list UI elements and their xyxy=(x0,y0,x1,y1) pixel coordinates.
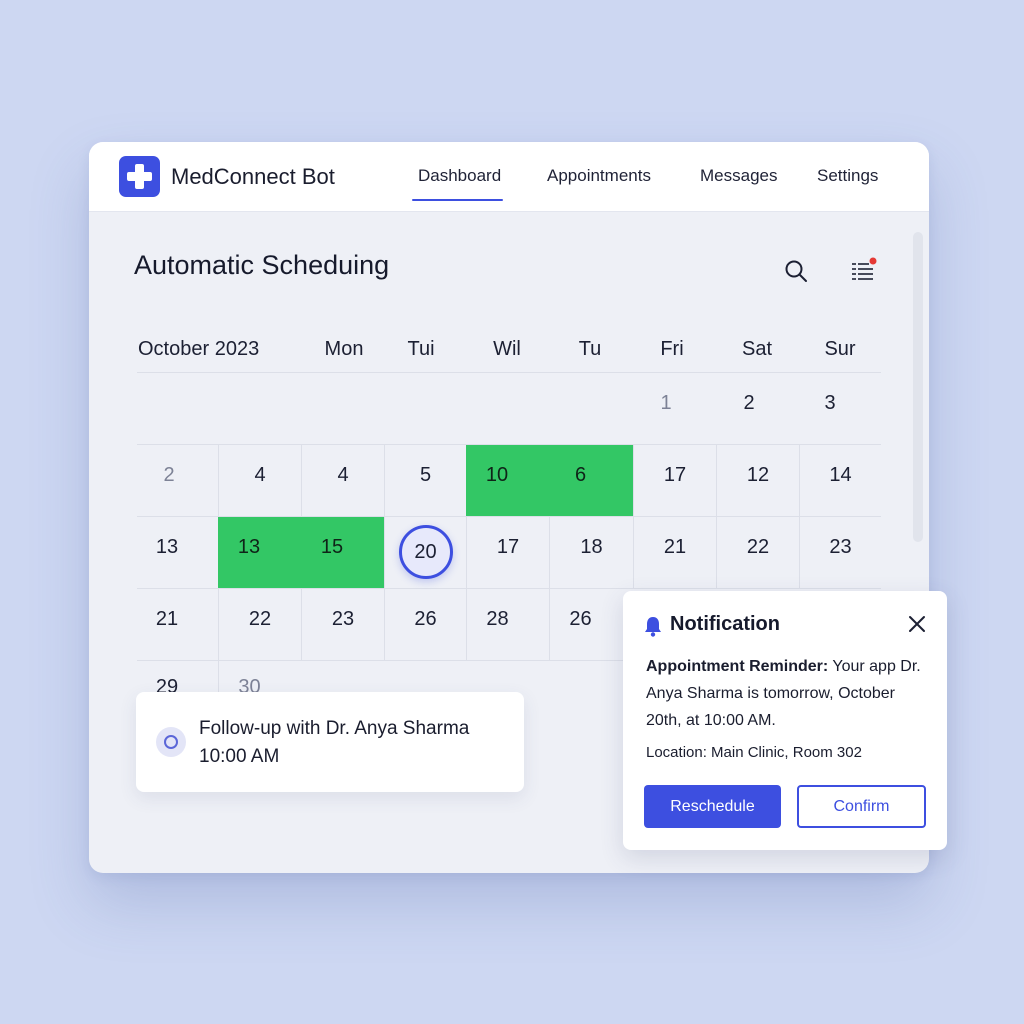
notification-panel: Notification Appointment Reminder: Your … xyxy=(623,591,947,850)
calendar-day[interactable]: 17 xyxy=(466,517,549,588)
calendar-day[interactable]: 2 xyxy=(137,445,201,516)
calendar-day[interactable]: 17 xyxy=(633,445,716,516)
nav-messages[interactable]: Messages xyxy=(700,166,777,186)
followup-time: 10:00 AM xyxy=(199,746,280,767)
notification-location: Location: Main Clinic, Room 302 xyxy=(646,744,862,761)
calendar-day[interactable]: 13 xyxy=(137,517,197,588)
close-icon[interactable] xyxy=(907,614,927,634)
weekday-header: Wil xyxy=(493,338,521,360)
reminder-label: Appointment Reminder: xyxy=(646,658,829,675)
bell-icon xyxy=(645,617,661,637)
calendar-day[interactable]: 22 xyxy=(218,589,301,660)
calendar-row: 2 4 4 5 10 6 17 12 14 xyxy=(137,445,881,517)
calendar-day[interactable]: 22 xyxy=(716,517,799,588)
calendar-row: 13 13 15 20 17 18 21 22 23 xyxy=(137,517,881,589)
calendar-day[interactable]: 26 xyxy=(384,589,466,660)
page-title: Automatic Scheduing xyxy=(134,250,390,280)
booked-day[interactable]: 10 xyxy=(466,445,528,516)
booked-day[interactable]: 13 xyxy=(218,517,280,588)
calendar-day[interactable]: 23 xyxy=(301,589,384,660)
medical-cross-icon xyxy=(119,156,160,197)
weekday-header: Mon xyxy=(324,338,364,360)
calendar-day[interactable]: 5 xyxy=(384,445,466,516)
calendar-row: 1 2 3 xyxy=(137,373,881,445)
followup-card[interactable]: Follow-up with Dr. Anya Sharma 10:00 AM xyxy=(136,692,524,792)
nav-settings[interactable]: Settings xyxy=(817,166,878,186)
calendar-day[interactable]: 4 xyxy=(301,445,384,516)
notification-title: Notification xyxy=(670,613,780,635)
reschedule-button[interactable]: Reschedule xyxy=(644,785,781,828)
booked-day[interactable]: 6 xyxy=(528,445,633,516)
calendar-day[interactable]: 21 xyxy=(633,517,716,588)
top-nav-bar: MedConnect Bot Dashboard Appointments Me… xyxy=(89,142,929,212)
confirm-button[interactable]: Confirm xyxy=(797,785,926,828)
weekday-header: Fri xyxy=(660,338,684,360)
booked-day[interactable]: 15 xyxy=(280,517,384,588)
scrollbar[interactable] xyxy=(913,232,923,542)
calendar-day[interactable]: 2 xyxy=(716,373,782,444)
weekday-header: Tui xyxy=(407,338,435,360)
weekday-header: Sat xyxy=(741,338,773,360)
nav-appointments[interactable]: Appointments xyxy=(547,166,651,186)
selected-day[interactable]: 20 xyxy=(384,517,466,588)
radio-icon[interactable] xyxy=(156,727,186,757)
nav-dashboard[interactable]: Dashboard xyxy=(411,166,504,201)
calendar-day[interactable]: 21 xyxy=(137,589,197,660)
followup-title: Follow-up with Dr. Anya Sharma xyxy=(199,718,470,739)
selected-day-label: 20 xyxy=(398,525,453,579)
calendar-day[interactable]: 28 xyxy=(466,589,528,660)
month-label: October 2023 xyxy=(138,338,260,360)
weekday-header: Tu xyxy=(578,338,602,360)
calendar-day[interactable]: 26 xyxy=(549,589,611,660)
calendar-day[interactable]: 12 xyxy=(716,445,799,516)
search-icon[interactable] xyxy=(783,258,809,284)
notification-body: Appointment Reminder: Your app Dr. Anya … xyxy=(646,653,931,734)
calendar-day[interactable]: 3 xyxy=(797,373,863,444)
calendar-day[interactable]: 14 xyxy=(799,445,881,516)
weekday-header: Sur xyxy=(824,338,856,360)
calendar-day[interactable]: 4 xyxy=(218,445,301,516)
calendar-day[interactable]: 1 xyxy=(633,373,699,444)
list-menu-icon[interactable] xyxy=(849,256,879,284)
app-name: MedConnect Bot xyxy=(171,164,335,189)
calendar-day[interactable]: 23 xyxy=(799,517,881,588)
calendar-day[interactable]: 18 xyxy=(549,517,633,588)
